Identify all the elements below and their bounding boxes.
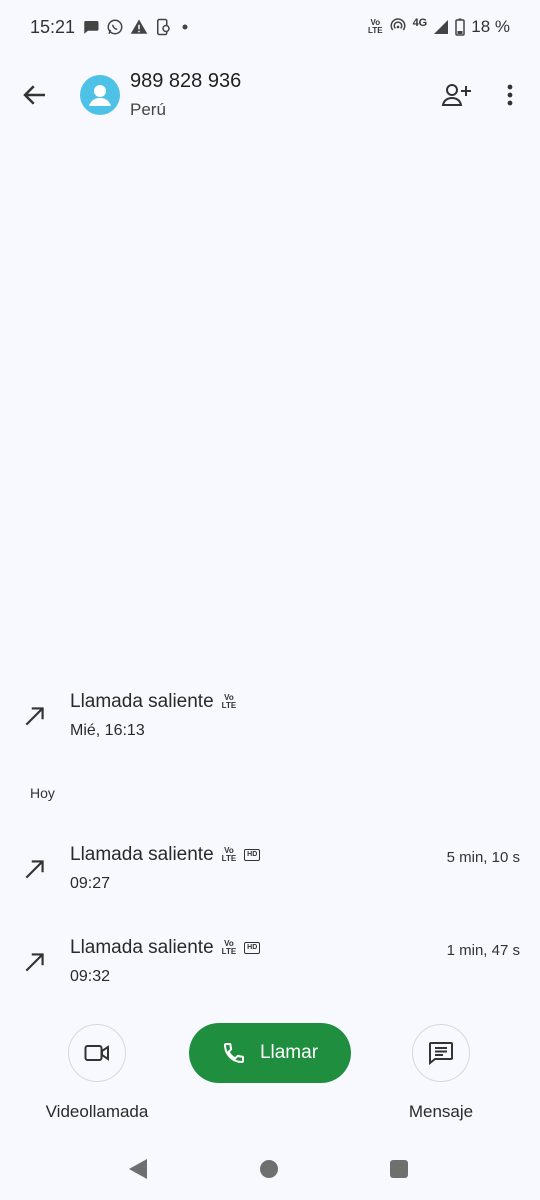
section-header-today: Hoy	[30, 785, 55, 801]
call-time: 09:32	[70, 968, 111, 985]
battery-percent: 18 %	[471, 17, 510, 36]
back-button[interactable]	[20, 80, 50, 110]
outgoing-call-icon	[25, 860, 44, 879]
call-type-label: Llamada saliente	[70, 937, 214, 958]
videocam-icon	[84, 1045, 109, 1061]
signal-icon	[434, 20, 449, 34]
contact-number: 989 828 936	[130, 70, 242, 92]
whatsapp-icon	[107, 19, 123, 35]
call-button[interactable]: Llamar	[189, 1023, 351, 1083]
volte-badge-icon: Vo LTE	[222, 694, 237, 710]
more-options-button[interactable]	[500, 82, 520, 108]
avatar[interactable]	[80, 75, 120, 115]
call-type-row: Llamada saliente Vo LTE	[70, 691, 236, 713]
battery-icon	[455, 18, 465, 36]
nav-back-icon[interactable]	[128, 1158, 148, 1180]
contact-country: Perú	[130, 100, 166, 119]
call-duration: 1 min, 47 s	[446, 942, 520, 959]
call-duration: 5 min, 10 s	[446, 849, 520, 866]
status-time: 15:21	[30, 17, 76, 37]
call-type-label: Llamada saliente	[70, 691, 214, 712]
nav-recents-icon[interactable]	[390, 1160, 408, 1178]
hd-badge-icon: HD	[244, 942, 261, 954]
outgoing-call-icon	[25, 953, 44, 972]
call-type-row: Llamada saliente Vo LTE HD	[70, 844, 261, 866]
message-button[interactable]	[412, 1024, 470, 1082]
dot-icon	[182, 24, 188, 30]
call-log-item[interactable]: Llamada saliente Vo LTE HD 09:32 1 min, 4…	[0, 931, 540, 1001]
nav-home-icon[interactable]	[260, 1160, 278, 1178]
network-type-label: 4G	[412, 17, 428, 29]
badge-lte: LTE	[221, 854, 237, 863]
status-notification-icons	[82, 16, 192, 38]
phone-sync-icon	[157, 18, 170, 36]
person-icon	[89, 85, 111, 106]
call-log-item[interactable]: Llamada saliente Vo LTE Mié, 16:13	[0, 685, 540, 755]
call-log-item[interactable]: Llamada saliente Vo LTE HD 09:27 5 min, 1…	[0, 838, 540, 908]
phone-icon	[223, 1043, 244, 1064]
chat-bubble-icon	[84, 21, 99, 34]
badge-lte: LTE	[221, 701, 237, 710]
status-system-icons: Vo LTE 4G 18 %	[368, 16, 510, 38]
volte-icon: Vo LTE	[368, 19, 383, 35]
call-button-label: Llamar	[259, 1042, 319, 1063]
badge-lte: LTE	[221, 947, 237, 956]
video-call-label: Videollamada	[45, 1102, 149, 1121]
call-type-label: Llamada saliente	[70, 844, 214, 865]
warning-icon	[130, 19, 148, 34]
call-time: Mié, 16:13	[70, 722, 145, 739]
person-add-icon	[441, 84, 471, 106]
hd-badge-icon: HD	[244, 849, 261, 861]
outgoing-call-icon	[25, 707, 44, 726]
more-vert-icon	[507, 84, 513, 106]
call-time: 09:27	[70, 875, 111, 892]
volte-icon-bottom: LTE	[368, 26, 383, 35]
add-contact-button[interactable]	[440, 80, 472, 110]
video-call-button[interactable]	[68, 1024, 126, 1082]
call-type-row: Llamada saliente Vo LTE HD	[70, 937, 261, 959]
volte-badge-icon: Vo LTE	[222, 940, 237, 956]
hotspot-icon	[390, 18, 406, 31]
arrow-back-icon	[23, 85, 45, 105]
message-label: Mensaje	[408, 1102, 474, 1121]
volte-badge-icon: Vo LTE	[222, 847, 237, 863]
message-icon	[429, 1042, 453, 1065]
